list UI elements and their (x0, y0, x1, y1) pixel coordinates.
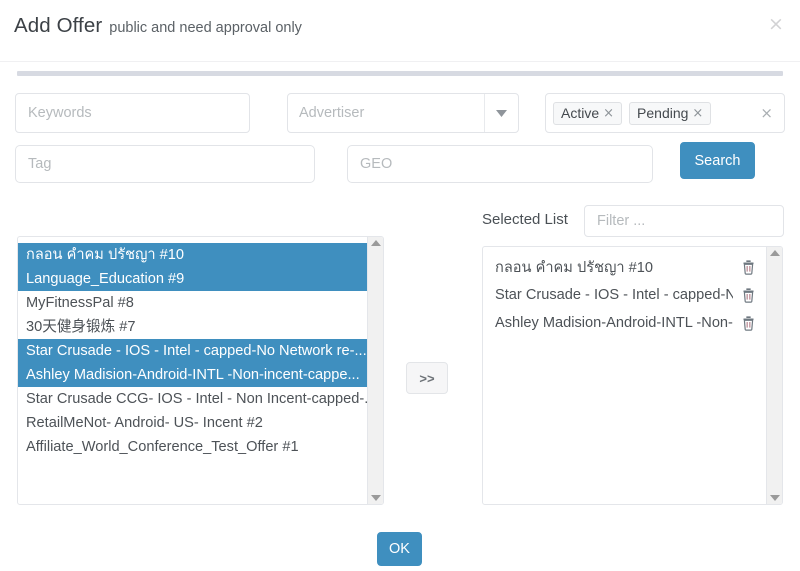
available-offers-list[interactable]: กลอน คำคม ปรัชญา #10 Language_Education #… (17, 236, 384, 505)
list-item[interactable]: 30天健身锻炼 #7 (18, 315, 367, 339)
list-item-label: กลอน คำคม ปรัชญา #10 (495, 259, 654, 276)
search-button[interactable]: Search (680, 142, 755, 179)
list-item[interactable]: กลอน คำคม ปรัชญา #10 (18, 243, 367, 267)
selected-offers-list[interactable]: กลอน คำคม ปรัชญา #10 Star Crusade - IOS -… (482, 246, 783, 505)
list-item[interactable]: Ashley Madision-Android-INTL -Non-ir (483, 309, 766, 337)
selected-list-scrollbar[interactable] (766, 247, 782, 504)
scroll-up-icon[interactable] (370, 240, 381, 246)
page-subtitle: public and need approval only (109, 20, 302, 36)
list-item[interactable]: Ashley Madision-Android-INTL -Non-incent… (18, 363, 367, 387)
geo-input[interactable] (347, 145, 653, 183)
list-item[interactable]: Star Crusade - IOS - Intel - capped-No (483, 281, 766, 309)
scroll-down-icon[interactable] (370, 495, 381, 501)
status-tags-field[interactable]: Active × Pending × × (545, 93, 785, 133)
list-item[interactable]: Language_Education #9 (18, 267, 367, 291)
close-icon[interactable]: × (603, 106, 614, 121)
status-pill-active-label: Active (561, 105, 600, 121)
status-pill-pending[interactable]: Pending × (629, 101, 712, 125)
header-divider (17, 71, 783, 76)
list-item[interactable]: Affiliate_World_Conference_Test_Offer #1 (18, 435, 367, 459)
list-item-label: Ashley Madision-Android-INTL -Non-ir (495, 315, 733, 331)
trash-icon[interactable] (741, 287, 756, 303)
list-item[interactable]: Star Crusade CCG- IOS - Intel - Non Ince… (18, 387, 367, 411)
list-item[interactable]: กลอน คำคม ปรัชญา #10 (483, 253, 766, 281)
ok-button[interactable]: OK (377, 532, 422, 566)
list-item[interactable]: MyFitnessPal #8 (18, 291, 367, 315)
available-offers-items: กลอน คำคม ปรัชญา #10 Language_Education #… (18, 237, 367, 504)
list-item-label: Star Crusade - IOS - Intel - capped-No (495, 287, 733, 303)
selected-offers-items: กลอน คำคม ปรัชญา #10 Star Crusade - IOS -… (483, 247, 766, 504)
transfer-to-selected-button[interactable]: >> (406, 362, 448, 394)
add-offer-dialog: Add Offer public and need approval only … (0, 0, 800, 571)
status-pill-pending-label: Pending (637, 105, 689, 121)
available-list-scrollbar[interactable] (367, 237, 383, 504)
scroll-up-icon[interactable] (769, 250, 780, 256)
close-icon[interactable]: × (765, 13, 787, 35)
keywords-input[interactable] (15, 93, 250, 133)
list-item[interactable]: RetailMeNot- Android- US- Incent #2 (18, 411, 367, 435)
status-pill-active[interactable]: Active × (553, 101, 623, 125)
advertiser-select-label: Advertiser (299, 105, 365, 121)
title-group: Add Offer public and need approval only (14, 14, 302, 38)
trash-icon[interactable] (741, 315, 756, 331)
selected-list-title: Selected List (482, 211, 568, 228)
dialog-header: Add Offer public and need approval only … (0, 0, 800, 62)
list-item[interactable]: Star Crusade - IOS - Intel - capped-No N… (18, 339, 367, 363)
trash-icon[interactable] (741, 259, 756, 275)
tag-input[interactable] (15, 145, 315, 183)
selected-filter-input[interactable] (584, 205, 784, 237)
chevron-down-icon[interactable] (484, 94, 518, 132)
close-icon[interactable]: × (692, 106, 703, 121)
advertiser-select[interactable]: Advertiser (287, 93, 519, 133)
page-title: Add Offer (14, 14, 103, 37)
clear-tags-icon[interactable]: × (760, 104, 776, 122)
scroll-down-icon[interactable] (769, 495, 780, 501)
